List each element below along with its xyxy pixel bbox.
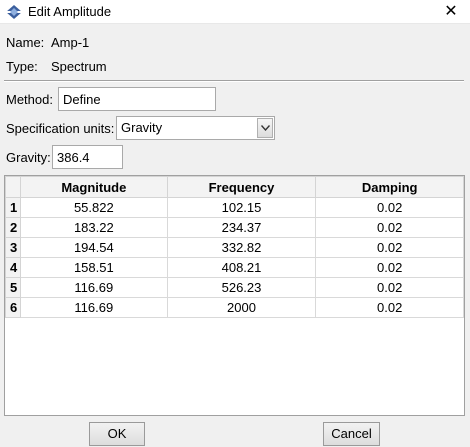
magnitude-cell[interactable]: 116.69 [19,277,168,298]
units-select[interactable]: Gravity [116,116,275,140]
table-row: 4 158.51 408.21 0.02 [5,257,464,278]
chevron-down-icon[interactable] [257,118,273,138]
magnitude-cell[interactable]: 194.54 [19,237,168,258]
data-table: Magnitude Frequency Damping 1 55.822 102… [5,176,464,318]
gravity-field[interactable] [52,145,123,169]
table-row: 6 116.69 2000 0.02 [5,297,464,318]
frequency-cell[interactable]: 332.82 [166,237,317,258]
table-header-row: Magnitude Frequency Damping [5,176,464,198]
table-row: 5 116.69 526.23 0.02 [5,277,464,298]
close-icon[interactable]: ✕ [442,3,460,21]
row-number[interactable]: 6 [5,297,21,318]
damping-cell[interactable]: 0.02 [315,197,464,218]
row-number[interactable]: 3 [5,237,21,258]
column-header-magnitude[interactable]: Magnitude [19,176,168,198]
magnitude-cell[interactable]: 158.51 [19,257,168,278]
table-corner[interactable] [5,176,21,198]
method-field[interactable] [58,87,216,111]
ok-button[interactable]: OK [89,422,145,446]
table-row: 1 55.822 102.15 0.02 [5,197,464,218]
units-select-value: Gravity [121,120,163,135]
magnitude-cell[interactable]: 55.822 [19,197,168,218]
frequency-cell[interactable]: 102.15 [166,197,317,218]
gravity-label: Gravity: [6,150,51,165]
name-label: Name: [6,35,45,50]
type-label: Type: [6,59,38,74]
magnitude-cell[interactable]: 116.69 [19,297,168,318]
row-number[interactable]: 5 [5,277,21,298]
app-diamond-icon [6,5,22,19]
damping-cell[interactable]: 0.02 [315,277,464,298]
frequency-cell[interactable]: 408.21 [166,257,317,278]
amplitude-table[interactable]: Magnitude Frequency Damping 1 55.822 102… [4,175,465,416]
column-header-damping[interactable]: Damping [315,176,464,198]
column-header-frequency[interactable]: Frequency [166,176,317,198]
row-number[interactable]: 4 [5,257,21,278]
table-row: 3 194.54 332.82 0.02 [5,237,464,258]
row-number[interactable]: 2 [5,217,21,238]
row-number[interactable]: 1 [5,197,21,218]
table-row: 2 183.22 234.37 0.02 [5,217,464,238]
units-label: Specification units: [6,121,115,136]
magnitude-cell[interactable]: 183.22 [19,217,168,238]
window-title: Edit Amplitude [28,4,112,19]
damping-cell[interactable]: 0.02 [315,217,464,238]
damping-cell[interactable]: 0.02 [315,297,464,318]
type-value: Spectrum [51,59,107,74]
frequency-cell[interactable]: 526.23 [166,277,317,298]
damping-cell[interactable]: 0.02 [315,257,464,278]
cancel-button[interactable]: Cancel [323,422,380,446]
frequency-cell[interactable]: 234.37 [166,217,317,238]
title-bar: Edit Amplitude ✕ [0,0,470,24]
method-label: Method: [6,92,53,107]
name-value: Amp-1 [51,35,90,50]
damping-cell[interactable]: 0.02 [315,237,464,258]
separator [4,80,464,82]
frequency-cell[interactable]: 2000 [166,297,317,318]
